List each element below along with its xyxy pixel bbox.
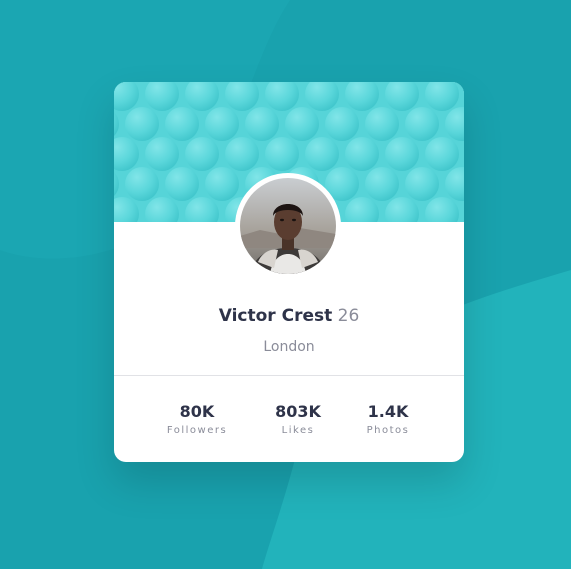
- bubble: [365, 107, 399, 141]
- bubble: [245, 107, 279, 141]
- bubble: [305, 137, 339, 171]
- bubble: [345, 137, 379, 171]
- bubble: [125, 167, 159, 201]
- bubble: [385, 137, 419, 171]
- stat-likes-value: 803K: [275, 402, 321, 421]
- bubble: [145, 137, 179, 171]
- bubble: [285, 107, 319, 141]
- stat-likes: 803K Likes: [248, 402, 348, 438]
- bubble: [185, 137, 219, 171]
- profile-location: London: [263, 339, 315, 355]
- bubble: [165, 167, 199, 201]
- profile-name: Victor Crest: [218, 306, 333, 326]
- divider: [114, 375, 464, 376]
- bubble: [405, 167, 439, 201]
- bubble: [125, 107, 159, 141]
- user-photo-icon: [240, 178, 336, 274]
- stat-followers: 80K Followers: [147, 402, 247, 438]
- avatar-ring: [235, 173, 341, 279]
- avatar[interactable]: [240, 178, 336, 274]
- bubble: [405, 107, 439, 141]
- bubble: [205, 107, 239, 141]
- bubble: [325, 107, 359, 141]
- stat-likes-label: Likes: [281, 425, 315, 436]
- stat-followers-value: 80K: [179, 402, 215, 421]
- bubble: [425, 137, 459, 171]
- stat-photos-value: 1.4K: [367, 402, 409, 421]
- profile-card: Victor Crest 26 London 80K Followers 803…: [114, 82, 464, 462]
- bubble: [225, 137, 259, 171]
- stat-photos: 1.4K Photos: [338, 402, 438, 438]
- bubble: [365, 167, 399, 201]
- profile-age: 26: [337, 306, 360, 326]
- stat-followers-label: Followers: [166, 425, 228, 436]
- bubble: [205, 167, 239, 201]
- bubble: [165, 107, 199, 141]
- profile-name-line: Victor Crest 26: [114, 304, 464, 328]
- bubble: [265, 137, 299, 171]
- stat-photos-label: Photos: [366, 425, 410, 436]
